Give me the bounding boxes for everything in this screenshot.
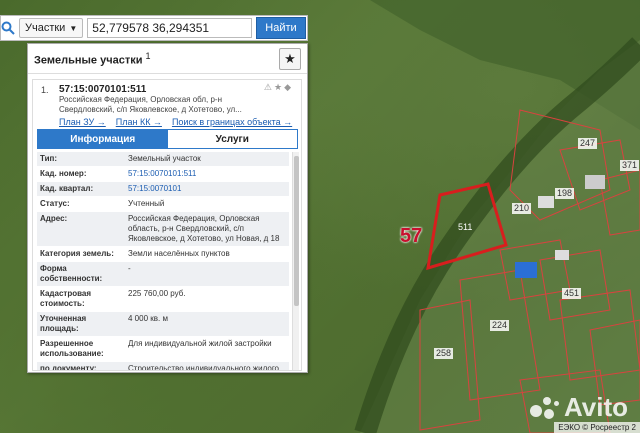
table-row: Тип: Земельный участок [37, 152, 289, 167]
detail-key: Форма собственности: [37, 261, 125, 287]
detail-value: Учтенный [125, 196, 289, 212]
detail-value: Для индивидуальной жилой застройки [125, 336, 289, 362]
land-plots-panel: Земельные участки 1 ★ 1. 57:15:0070101:5… [27, 43, 308, 373]
detail-value: 4 000 кв. м [125, 311, 289, 337]
parcel-label: 371 [620, 160, 640, 171]
detail-value: - [125, 261, 289, 287]
avito-watermark: Avito [529, 392, 628, 423]
result-tabs: Информация Услуги [37, 129, 298, 149]
building [538, 196, 554, 208]
search-icon[interactable] [1, 16, 15, 40]
parcel-label: 258 [434, 348, 454, 359]
building [585, 175, 605, 189]
blue-roof-building [515, 262, 537, 278]
result-tools: ⚠★◆ [264, 82, 293, 93]
detail-value: 225 760,00 руб. [125, 286, 289, 312]
detail-key: Адрес: [37, 211, 125, 247]
building [555, 250, 569, 260]
find-button[interactable]: Найти [256, 17, 306, 39]
table-row: Статус: Учтенный [37, 196, 289, 212]
search-input[interactable] [87, 18, 253, 38]
parcel-label: 210 [512, 203, 532, 214]
search-bar: Участки ▼ Найти [0, 15, 308, 41]
table-row: Адрес: Российская Федерация, Орловская об… [37, 211, 289, 247]
panel-header: Земельные участки 1 ★ [28, 44, 307, 74]
star-icon[interactable]: ★ [279, 47, 301, 70]
detail-key: Уточненная площадь: [37, 311, 125, 337]
detail-key: Статус: [37, 196, 125, 212]
scrollbar-thumb[interactable] [294, 156, 299, 306]
star-icon[interactable]: ★ [274, 82, 284, 92]
tab-services[interactable]: Услуги [167, 130, 297, 148]
panel-title: Земельные участки 1 [34, 50, 151, 67]
parcel-label: 224 [490, 320, 510, 331]
plan-zu-link[interactable]: План ЗУ → [59, 117, 106, 127]
detail-value[interactable]: 57:15:0070101 [125, 181, 289, 197]
table-row: по документу: Строительство индивидуально… [37, 361, 289, 370]
parcel-label: 451 [562, 288, 582, 299]
detail-key: по документу: [37, 361, 125, 370]
detail-key: Кадастровая стоимость: [37, 286, 125, 312]
detail-key: Категория земель: [37, 246, 125, 262]
table-row: Разрешенное использование: Для индивидуал… [37, 336, 289, 362]
result-card: 1. 57:15:0070101:511 ⚠★◆ Российская Феде… [32, 79, 302, 371]
chevron-down-icon: ▼ [69, 23, 78, 33]
search-type-dropdown[interactable]: Участки ▼ [19, 18, 84, 38]
detail-key: Кад. квартал: [37, 181, 125, 197]
table-row: Кад. квартал: 57:15:0070101 [37, 181, 289, 197]
detail-value: Земли населённых пунктов [125, 246, 289, 262]
table-row: Категория земель: Земли населённых пункто… [37, 246, 289, 262]
table-row: Форма собственности: - [37, 261, 289, 287]
more-icon[interactable]: ◆ [284, 82, 293, 92]
cadastral-number[interactable]: 57:15:0070101:511 [59, 84, 146, 95]
result-index: 1. [41, 85, 49, 95]
warning-icon[interactable]: ⚠ [264, 82, 274, 92]
parcel-label: 247 [578, 138, 598, 149]
avito-logo-icon [529, 397, 560, 421]
details-table: Тип: Земельный участок Кад. номер: 57:15:00… [37, 152, 289, 370]
scrollbar[interactable] [292, 152, 299, 370]
table-row: Кад. номер: 57:15:0070101:511 [37, 166, 289, 182]
detail-key: Кад. номер: [37, 166, 125, 182]
result-links: План ЗУ → План КК → Поиск в границах объ… [59, 117, 292, 127]
tab-information[interactable]: Информация [38, 130, 168, 148]
parcel-label-selected: 511 [458, 222, 473, 232]
map-credit: ЕЭКО © Росреестр 2 [554, 422, 640, 433]
detail-value[interactable]: 57:15:0070101:511 [125, 166, 289, 182]
detail-key: Разрешенное использование: [37, 336, 125, 362]
detail-value: Строительство индивидуального жилого дом… [125, 361, 289, 370]
avito-watermark-text: Avito [563, 392, 628, 422]
detail-value: Земельный участок [125, 152, 289, 167]
detail-value: Российская Федерация, Орловская область,… [125, 211, 289, 247]
parcel-label: 198 [555, 188, 575, 199]
region-number-label: 57 [400, 225, 423, 247]
detail-key: Тип: [37, 152, 125, 167]
table-row: Кадастровая стоимость: 225 760,00 руб. [37, 286, 289, 312]
search-in-bounds-link[interactable]: Поиск в границах объекта → [172, 117, 292, 127]
table-row: Уточненная площадь: 4 000 кв. м [37, 311, 289, 337]
result-address: Российская Федерация, Орловская обл, р-н… [59, 95, 242, 114]
results-count: 1 [145, 50, 151, 61]
plan-kk-link[interactable]: План КК → [116, 117, 162, 127]
search-type-label: Участки [25, 22, 66, 34]
